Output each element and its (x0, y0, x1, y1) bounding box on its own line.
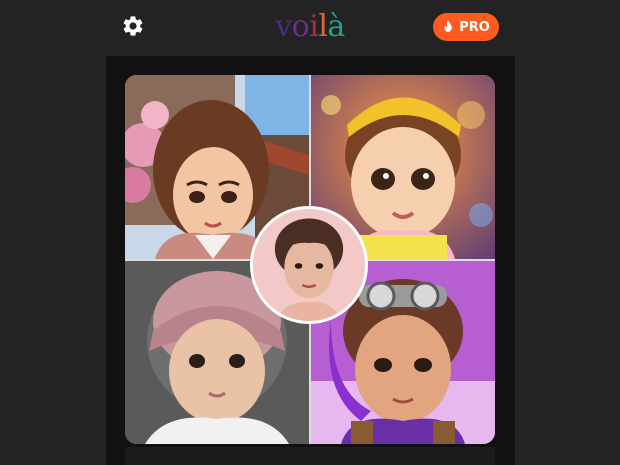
bottom-strip (125, 447, 495, 465)
logo-letter: v (275, 9, 292, 44)
app-logo: voilà (256, 7, 364, 47)
logo-letter: l (318, 9, 328, 44)
portrait-image (253, 209, 365, 321)
settings-button[interactable] (118, 11, 148, 41)
pro-label: PRO (459, 19, 490, 35)
original-photo[interactable] (250, 206, 368, 324)
logo-letter: o (291, 9, 310, 44)
app-header: voilà PRO (0, 0, 620, 56)
flame-icon (444, 20, 453, 32)
gear-icon (123, 16, 143, 36)
logo-letter: i (309, 9, 319, 44)
logo-letter: à (327, 9, 345, 44)
pro-button[interactable]: PRO (433, 13, 499, 41)
